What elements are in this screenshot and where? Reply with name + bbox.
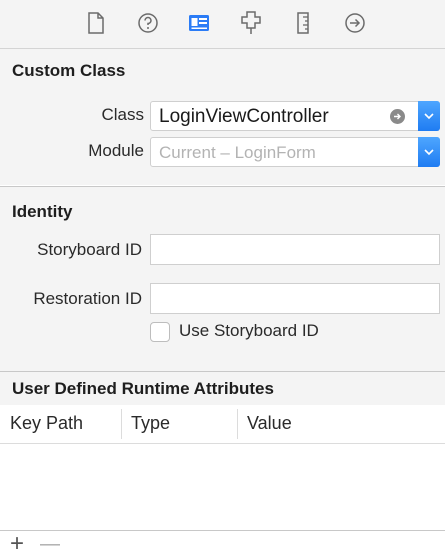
inspector-toolbar xyxy=(0,0,445,49)
identity-section: Identity Storyboard ID Restoration ID Us… xyxy=(0,186,445,371)
custom-class-title: Custom Class xyxy=(12,61,126,80)
column-divider xyxy=(121,409,122,439)
attributes-inspector-icon[interactable] xyxy=(238,10,264,36)
identity-inspector-icon[interactable] xyxy=(186,10,212,36)
column-header-type[interactable]: Type xyxy=(131,413,170,434)
identity-title: Identity xyxy=(12,202,73,221)
class-combobox[interactable]: LoginViewController xyxy=(150,101,440,131)
remove-attribute-button[interactable]: — xyxy=(40,531,60,557)
udra-title-bar: User Defined Runtime Attributes xyxy=(0,372,445,405)
chevron-down-icon xyxy=(424,149,434,156)
file-inspector-icon[interactable] xyxy=(83,10,109,36)
storyboard-id-field[interactable] xyxy=(150,234,440,265)
use-storyboard-id-label[interactable]: Use Storyboard ID xyxy=(179,321,319,341)
storyboard-id-label: Storyboard ID xyxy=(37,240,142,259)
connections-inspector-icon[interactable] xyxy=(342,10,368,36)
custom-class-section: Custom Class Class LoginViewController M… xyxy=(0,49,445,185)
column-divider xyxy=(237,409,238,439)
go-to-class-icon[interactable] xyxy=(390,109,405,124)
module-placeholder: Current – LoginForm xyxy=(159,143,316,162)
class-dropdown-button[interactable] xyxy=(418,101,440,131)
module-combobox[interactable]: Current – LoginForm xyxy=(150,137,440,167)
add-attribute-button[interactable]: + xyxy=(10,531,24,557)
use-storyboard-id-checkbox[interactable] xyxy=(150,322,170,342)
column-header-value[interactable]: Value xyxy=(247,413,292,434)
column-header-key-path[interactable]: Key Path xyxy=(10,413,83,434)
udra-table-header: Key Path Type Value xyxy=(0,405,445,444)
chevron-down-icon xyxy=(424,113,434,120)
quick-help-icon[interactable] xyxy=(135,10,161,36)
udra-table-body[interactable] xyxy=(0,444,445,530)
udra-bottom-bar: + — xyxy=(0,530,445,558)
udra-title: User Defined Runtime Attributes xyxy=(12,379,274,398)
class-label: Class xyxy=(101,105,144,124)
class-value: LoginViewController xyxy=(159,106,329,127)
restoration-id-label: Restoration ID xyxy=(33,289,142,308)
module-dropdown-button[interactable] xyxy=(418,137,440,167)
size-inspector-icon[interactable] xyxy=(290,10,316,36)
restoration-id-field[interactable] xyxy=(150,283,440,314)
module-label: Module xyxy=(88,141,144,160)
